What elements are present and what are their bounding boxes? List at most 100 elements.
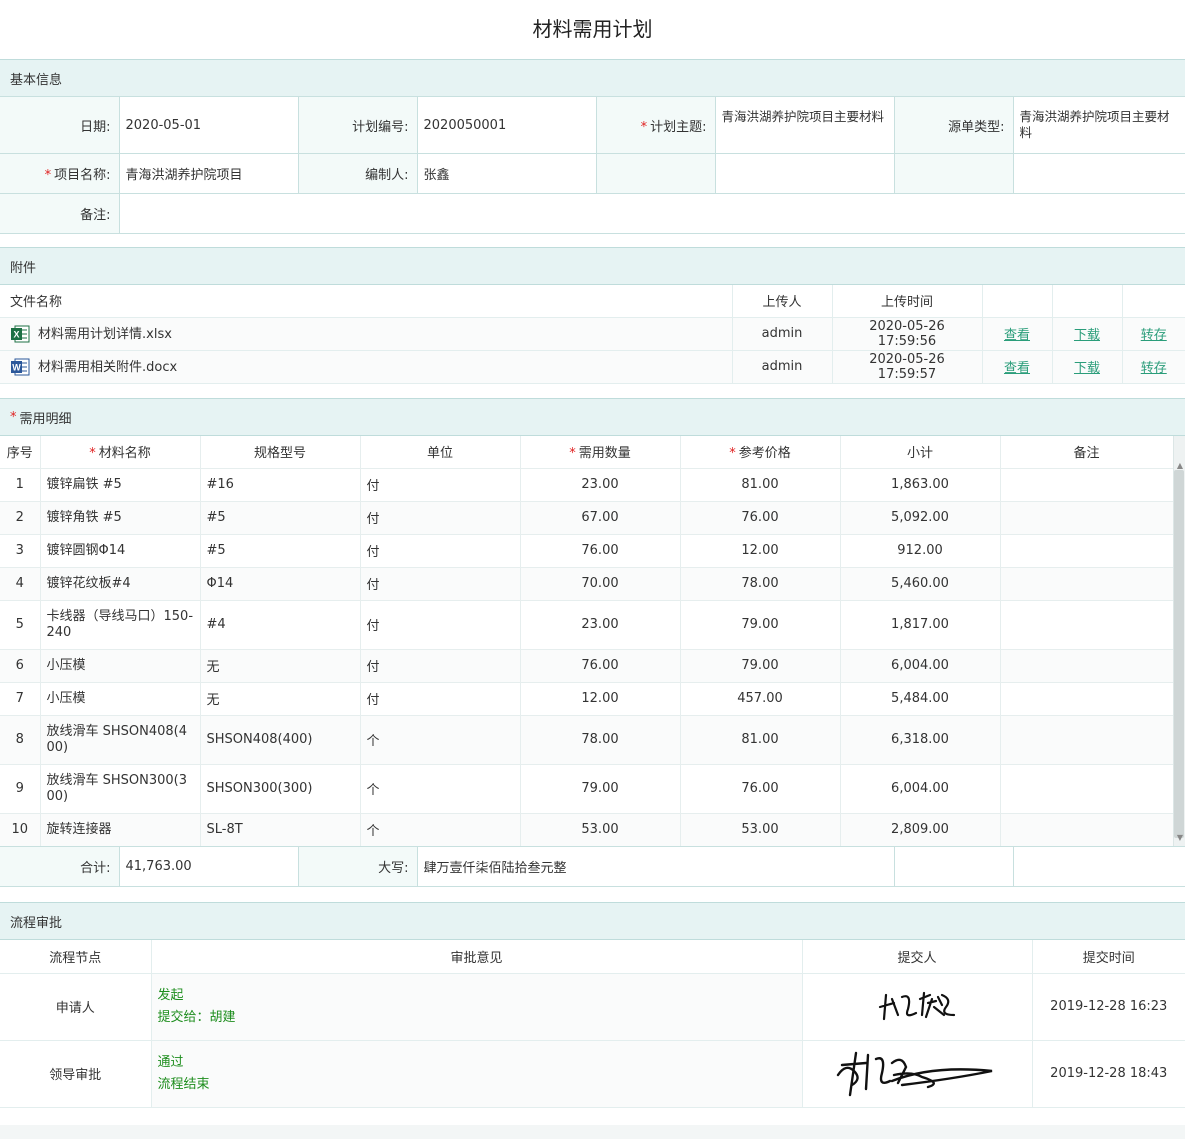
quantity: 76.00 (520, 534, 681, 568)
project-field[interactable]: 青海洪湖养护院项目 (118, 153, 299, 194)
svg-text:W: W (12, 363, 21, 373)
material-name: 镀锌角铁 #5 (40, 501, 201, 535)
remark (1000, 764, 1174, 814)
basic-info-form: 日期: 2020-05-01 计划编号: 2020050001 * 计划主题: 青… (0, 96, 1185, 234)
opinion-detail: 流程结束 (157, 1076, 210, 1092)
file-upload-time: 2020-05-26 17:59:57 (832, 350, 983, 384)
subtotal: 6,004.00 (840, 649, 1001, 683)
subtotal: 912.00 (840, 534, 1001, 568)
subject-field[interactable]: 青海洪湖养护院项目主要材料 (714, 96, 895, 154)
remark (1000, 534, 1174, 568)
material-name: 镀锌花纹板#4 (40, 567, 201, 601)
unit: 付 (360, 649, 521, 683)
subtotal: 5,484.00 (840, 682, 1001, 716)
attachments-table: 文件名称 上传人 上传时间 X 材料需用计划详情.xlsx admin 2020… (0, 285, 1185, 384)
page-footer (0, 1125, 1185, 1139)
scroll-down-icon[interactable]: ▼ (1177, 834, 1183, 842)
scroll-up-icon[interactable]: ▲ (1177, 462, 1183, 470)
row-no: 2 (0, 501, 41, 535)
opinion-action: 发起 (157, 987, 184, 1003)
section-details: * 需用明细 (0, 398, 1185, 436)
upper-amount-value: 肆万壹仟柒佰陆拾叁元整 (416, 846, 895, 887)
section-basic-info: 基本信息 (0, 59, 1185, 97)
save-link[interactable]: 转存 (1141, 361, 1167, 376)
detail-row[interactable]: 1 镀锌扁铁 #5 #16 付 23.00 81.00 1,863.00 (0, 468, 1174, 502)
section-attachments: 附件 (0, 247, 1185, 285)
empty-cell (893, 153, 1014, 194)
view-link[interactable]: 查看 (1004, 361, 1030, 376)
detail-row[interactable]: 5 卡线器（导线马口）150-240 #4 付 23.00 79.00 1,817.00 (0, 600, 1174, 650)
details-scrollbar-thumb[interactable] (1174, 470, 1184, 838)
file-name-cell: W 材料需用相关附件.docx (0, 350, 733, 384)
empty-cell (595, 153, 716, 194)
empty-cell (1012, 153, 1185, 194)
empty-cell (893, 846, 1014, 887)
row-no: 1 (0, 468, 41, 502)
date-field[interactable]: 2020-05-01 (118, 96, 299, 154)
plan-no-field[interactable]: 2020050001 (416, 96, 597, 154)
unit: 付 (360, 600, 521, 650)
attachments-header-row: 文件名称 上传人 上传时间 (0, 285, 1185, 318)
attachment-row: X 材料需用计划详情.xlsx admin 2020-05-26 17:59:5… (0, 317, 1185, 351)
header-qty: * 需用数量 (520, 436, 681, 469)
spec: #5 (200, 534, 361, 568)
view-link[interactable]: 查看 (1004, 328, 1030, 343)
subtotal: 6,004.00 (840, 764, 1001, 814)
header-price: * 参考价格 (680, 436, 841, 469)
spec: Φ14 (200, 567, 361, 601)
unit: 个 (360, 813, 521, 847)
source-type-field[interactable]: 青海洪湖养护院项目主要材料 (1012, 96, 1185, 154)
workflow-opinion: 发起 提交给：胡建 (151, 973, 803, 1041)
total-value: 41,763.00 (118, 846, 299, 887)
detail-row[interactable]: 10 旋转连接器 SL-8T 个 53.00 53.00 2,809.00 (0, 813, 1174, 847)
detail-row[interactable]: 7 小压模无付 12.00 457.00 5,484.00 (0, 682, 1174, 716)
spec: #16 (200, 468, 361, 502)
download-link[interactable]: 下载 (1074, 361, 1100, 376)
remark (1000, 600, 1174, 650)
required-mark: * (44, 168, 52, 183)
detail-row[interactable]: 8 放线滑车 SHSON408(400) SHSON408(400) 个 78.00 81… (0, 715, 1174, 765)
detail-row[interactable]: 9 放线滑车 SHSON300(300) SHSON300(300) 个 79.00 76… (0, 764, 1174, 814)
unit: 付 (360, 682, 521, 716)
totals-row: 合计: 41,763.00 大写: 肆万壹仟柒佰陆拾叁元整 (0, 846, 1185, 887)
detail-row[interactable]: 4 镀锌花纹板#4 Φ14 付 70.00 78.00 5,460.00 (0, 567, 1174, 601)
price: 81.00 (680, 468, 841, 502)
author-field[interactable]: 张鑫 (416, 153, 597, 194)
price: 79.00 (680, 600, 841, 650)
quantity: 53.00 (520, 813, 681, 847)
remark (1000, 567, 1174, 601)
unit: 付 (360, 534, 521, 568)
page-title: 材料需用计划 (532, 17, 653, 41)
spec: #4 (200, 600, 361, 650)
material-name: 旋转连接器 (40, 813, 201, 847)
price: 76.00 (680, 501, 841, 535)
project-label: * 项目名称: (0, 153, 120, 194)
price: 457.00 (680, 682, 841, 716)
unit: 付 (360, 567, 521, 601)
subject-label: * 计划主题: (595, 96, 716, 154)
header-opinion: 审批意见 (151, 940, 803, 974)
price: 78.00 (680, 567, 841, 601)
download-link[interactable]: 下载 (1074, 328, 1100, 343)
quantity: 67.00 (520, 501, 681, 535)
file-uploader: admin (732, 317, 833, 351)
material-name: 镀锌圆钢Φ14 (40, 534, 201, 568)
spec: SHSON408(400) (200, 715, 361, 765)
quantity: 12.00 (520, 682, 681, 716)
remark-field[interactable] (118, 193, 1185, 234)
row-no: 6 (0, 649, 41, 683)
required-mark: * (640, 119, 648, 135)
detail-row[interactable]: 6 小压模无付 76.00 79.00 6,004.00 (0, 649, 1174, 683)
workflow-node: 申请人 (0, 973, 152, 1041)
price: 81.00 (680, 715, 841, 765)
detail-row[interactable]: 2 镀锌角铁 #5 #5 付 67.00 76.00 5,092.00 (0, 501, 1174, 535)
row-no: 5 (0, 600, 41, 650)
material-name: 小压模 (40, 682, 201, 716)
details-header-row: 序号 * 材料名称 规格型号 单位 * 需用数量 * 参考价格 小计 备注 (0, 436, 1174, 469)
detail-row[interactable]: 3 镀锌圆钢Φ14 #5 付 76.00 12.00 912.00 (0, 534, 1174, 568)
excel-file-icon: X (11, 325, 30, 343)
row-no: 10 (0, 813, 41, 847)
save-link[interactable]: 转存 (1141, 328, 1167, 343)
quantity: 23.00 (520, 468, 681, 502)
header-unit: 单位 (360, 436, 521, 469)
